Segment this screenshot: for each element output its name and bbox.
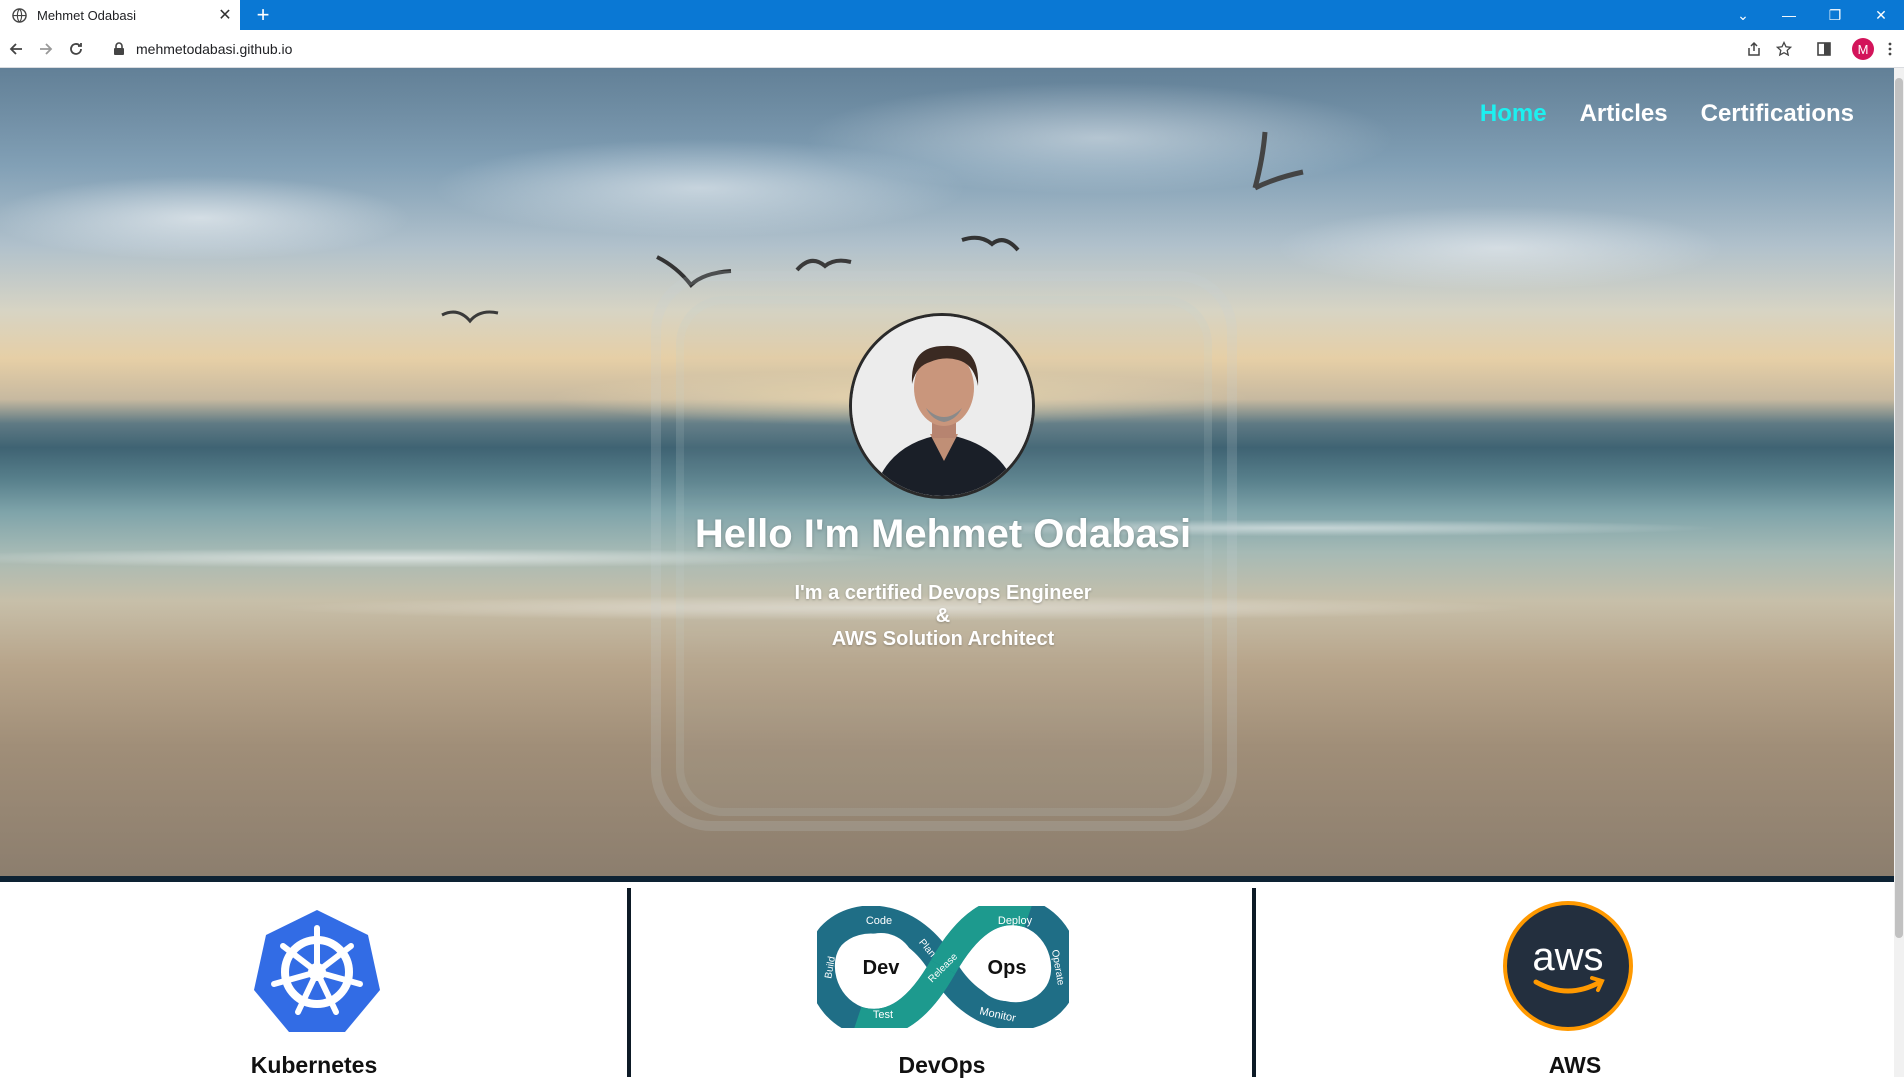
hero-subtitle-line: I'm a certified Devops Engineer [794,582,1092,604]
hero-subtitle: I'm a certified Devops Engineer & AWS So… [0,582,1886,651]
devops-segment-label: Test [873,1009,893,1021]
seagull-image [441,310,499,324]
scrollbar-thumb[interactable] [1895,78,1903,938]
lock-icon [114,42,124,55]
close-window-button[interactable]: ✕ [1858,0,1904,30]
devops-infinity-logo-icon: Dev Ops Code Plan Release Deploy Operate… [817,906,1069,1028]
nav-certifications-link[interactable]: Certifications [1701,100,1854,128]
page-scrollbar[interactable] [1894,68,1904,1077]
devops-segment-label: Deploy [998,915,1033,927]
skill-card-devops: Dev Ops Code Plan Release Deploy Operate… [631,882,1253,1078]
bookmark-star-icon[interactable] [1770,35,1798,63]
kubernetes-logo-icon [254,910,380,1032]
skill-card-kubernetes: Kubernetes [0,882,628,1078]
reload-icon[interactable] [62,35,90,63]
side-panel-icon[interactable] [1810,35,1838,63]
skill-label-kubernetes: Kubernetes [250,1052,378,1078]
skill-card-aws: aws AWS [1256,882,1894,1078]
minimize-button[interactable]: — [1766,0,1812,30]
skills-section: Kubernetes Dev Ops Code Plan Release Dep… [0,882,1894,1078]
skill-label-devops: DevOps [898,1052,986,1078]
aws-logo-text: aws [1532,935,1603,979]
address-bar[interactable]: mehmetodabasi.github.io [100,34,1740,64]
url-text: mehmetodabasi.github.io [136,41,293,57]
nav-articles-link[interactable]: Articles [1580,100,1668,128]
aws-logo-icon: aws [1503,901,1633,1031]
skill-label-aws: AWS [1548,1052,1602,1078]
devops-segment-label: Code [866,915,892,927]
main-nav: Home Articles Certifications [1480,100,1854,128]
restore-button[interactable]: ❐ [1812,0,1858,30]
nav-home-link[interactable]: Home [1480,100,1547,128]
browser-tab-strip: Mehmet Odabasi ✕ + ⌄ — ❐ ✕ [0,0,1904,30]
seagull-image [961,235,1020,252]
hero-title: Hello I'm Mehmet Odabasi [694,512,1192,556]
tab-close-icon[interactable]: ✕ [210,5,240,25]
seagull-image [1252,131,1304,191]
tab-title: Mehmet Odabasi [37,7,136,23]
devops-ops-text: Ops [988,957,1027,979]
profile-avatar[interactable]: M [1852,38,1874,60]
globe-icon [12,7,27,23]
profile-photo [849,313,1035,499]
hero-subtitle-line: & [935,605,951,627]
menu-kebab-icon[interactable] [1876,35,1904,63]
back-icon[interactable] [2,35,30,63]
new-tab-button[interactable]: + [250,2,276,28]
forward-icon[interactable] [32,35,60,63]
hero-subtitle-line: AWS Solution Architect [831,628,1055,650]
browser-tab[interactable]: Mehmet Odabasi ✕ [0,0,240,30]
browser-toolbar: mehmetodabasi.github.io M [0,30,1904,68]
devops-dev-text: Dev [863,957,901,979]
share-icon[interactable] [1740,35,1768,63]
tab-search-icon[interactable]: ⌄ [1720,0,1766,30]
hero-section: Home Articles Certifications Hello I'm M… [0,68,1894,876]
